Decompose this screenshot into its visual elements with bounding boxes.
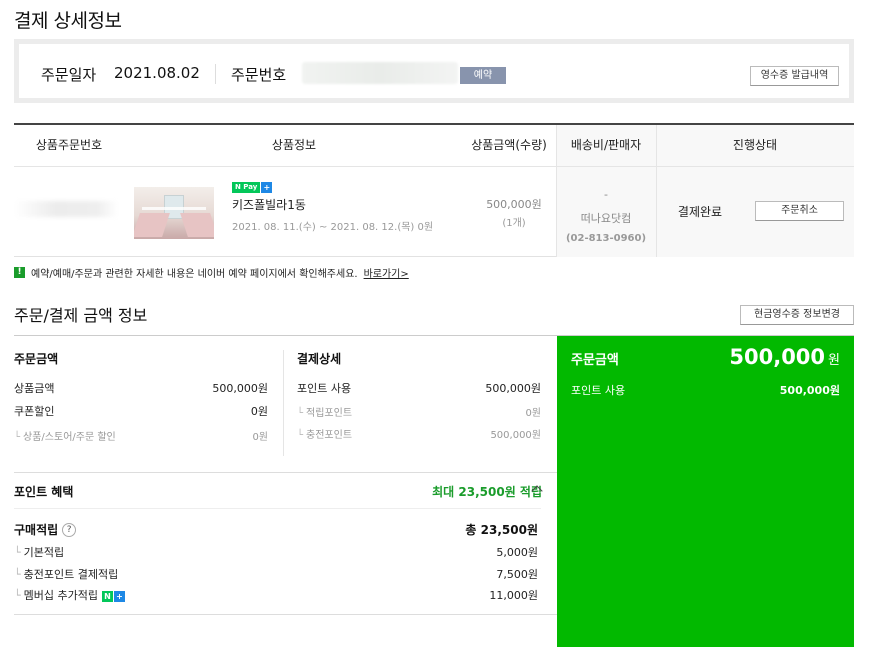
receipt-history-button[interactable]: 영수증 발급내역 bbox=[750, 66, 839, 86]
alert-icon: ! bbox=[14, 267, 25, 278]
divider bbox=[14, 166, 854, 167]
header-price-qty: 상품금액(수량) bbox=[471, 138, 547, 152]
cancel-order-button[interactable]: 주문취소 bbox=[755, 201, 844, 221]
point-use-label: 포인트 사용 bbox=[297, 382, 352, 395]
membership-reward-label: └ 멤버십 추가적립 N + bbox=[14, 587, 125, 603]
cash-receipt-button[interactable]: 현금영수증 정보변경 bbox=[740, 305, 854, 325]
npay-badge: N Pay + bbox=[232, 182, 273, 193]
product-dates: 2021. 08. 11.(수) ~ 2021. 08. 12.(목) 0원 bbox=[232, 222, 434, 233]
purchase-reward-title: 구매적립 ? bbox=[14, 521, 77, 538]
total-point-label: 포인트 사용 bbox=[571, 384, 626, 397]
payment-summary: 주문금액 상품금액 500,000원 쿠폰할인 0원 └ 상품/스토어/주문 할인… bbox=[14, 335, 854, 647]
product-amount-value: 500,000원 bbox=[212, 382, 268, 395]
membership-reward-value: 11,000원 bbox=[489, 589, 538, 602]
point-use-value: 500,000원 bbox=[485, 382, 541, 395]
basic-reward-value: 5,000원 bbox=[496, 546, 538, 559]
product-name[interactable]: 키즈폴빌라1동 bbox=[232, 196, 306, 213]
product-amount-label: 상품금액 bbox=[14, 382, 55, 395]
store-discount-value: 0원 bbox=[252, 432, 268, 443]
order-status: 결제완료 bbox=[677, 205, 723, 219]
payment-section-title: 주문/결제 금액 정보 bbox=[14, 306, 148, 325]
npay-plus-icon: N + bbox=[101, 590, 125, 602]
divider bbox=[14, 472, 557, 473]
help-icon[interactable]: ? bbox=[62, 522, 77, 537]
divider bbox=[14, 614, 557, 615]
order-date-label: 주문일자 bbox=[41, 66, 97, 84]
earned-point-label: └ 적립포인트 bbox=[297, 408, 353, 419]
header-status: 진행상태 bbox=[732, 138, 778, 152]
order-number-redacted bbox=[302, 62, 458, 84]
basic-reward-label: └ 기본적립 bbox=[14, 546, 65, 559]
divider bbox=[14, 508, 541, 509]
total-summary-panel: 주문금액 500,000 원 포인트 사용 500,000원 bbox=[557, 336, 854, 647]
order-number-label: 주문번호 bbox=[231, 66, 287, 84]
product-thumbnail[interactable] bbox=[134, 187, 214, 239]
charge-point-label: └ 충전포인트 bbox=[297, 430, 353, 441]
payment-detail-title: 결제상세 bbox=[297, 352, 342, 366]
store-discount-label: └ 상품/스토어/주문 할인 bbox=[14, 432, 116, 443]
charge-reward-value: 7,500원 bbox=[496, 568, 538, 581]
divider bbox=[215, 64, 216, 84]
purchase-reward-total: 총 23,500원 bbox=[465, 523, 538, 537]
point-benefit-title: 포인트 혜택 bbox=[14, 485, 74, 499]
seller-name: 떠나요닷컴 bbox=[580, 212, 632, 225]
product-order-number-redacted bbox=[14, 201, 118, 217]
coupon-value: 0원 bbox=[250, 405, 268, 418]
header-product-order-no: 상품주문번호 bbox=[35, 138, 103, 152]
notice-link[interactable]: 바로가기> bbox=[364, 265, 409, 280]
header-product-info: 상품정보 bbox=[271, 138, 317, 152]
charge-point-value: 500,000원 bbox=[490, 430, 541, 441]
total-label: 주문금액 bbox=[571, 353, 619, 368]
total-amount: 500,000 원 bbox=[729, 345, 840, 369]
order-date: 2021.08.02 bbox=[114, 64, 200, 82]
seller-phone: (02-813-0960) bbox=[565, 233, 647, 244]
divider bbox=[283, 350, 284, 456]
product-table: 상품주문번호 상품정보 상품금액(수량) 배송비/판매자 진행상태 N Pay … bbox=[14, 123, 854, 257]
header-shipping-seller: 배송비/판매자 bbox=[570, 138, 642, 152]
order-info-box: 주문일자 2021.08.02 주문번호 예약 영수증 발급내역 bbox=[14, 39, 854, 103]
coupon-label: 쿠폰할인 bbox=[14, 405, 55, 418]
notice-text: 예약/예매/주문과 관련한 자세한 내용은 네이버 예약 페이지에서 확인해주세… bbox=[31, 269, 358, 280]
shipping-fee: - bbox=[604, 188, 608, 201]
point-benefit-max[interactable]: 최대 23,500원 적립 bbox=[432, 483, 542, 500]
page-title: 결제 상세정보 bbox=[14, 10, 122, 32]
earned-point-value: 0원 bbox=[525, 408, 541, 419]
notice-bar: ! 예약/예매/주문과 관련한 자세한 내용은 네이버 예약 페이지에서 확인해… bbox=[14, 265, 409, 280]
order-amount-title: 주문금액 bbox=[14, 352, 59, 366]
total-point-value: 500,000원 bbox=[779, 384, 840, 397]
charge-reward-label: └ 충전포인트 결제적립 bbox=[14, 568, 119, 581]
reservation-tag: 예약 bbox=[460, 67, 506, 84]
